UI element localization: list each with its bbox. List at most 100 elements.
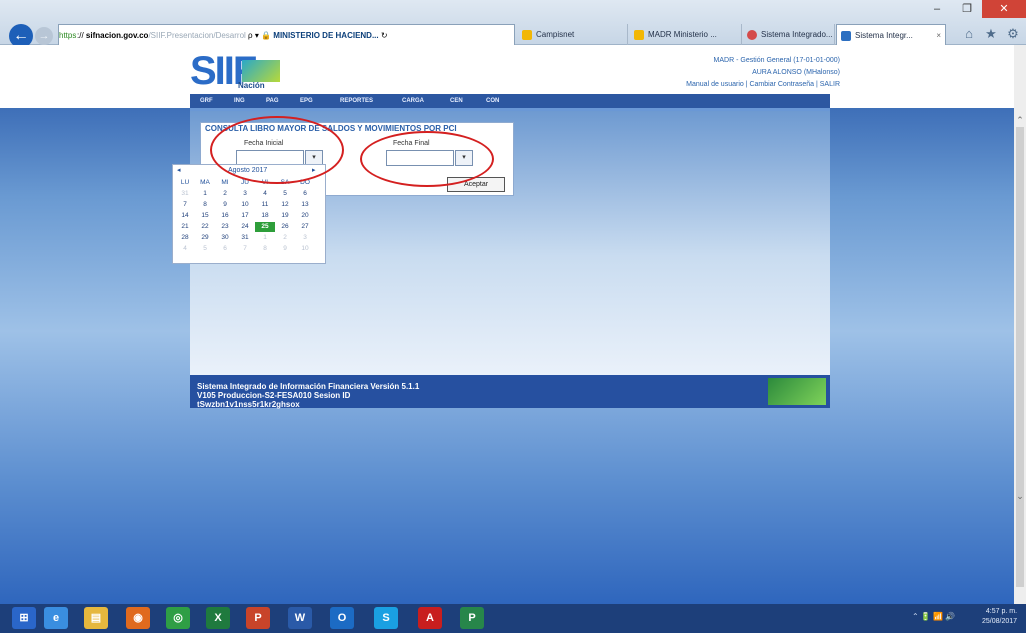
calendar-day[interactable]: 5 (275, 189, 295, 199)
calendar-day-other-month[interactable]: 3 (295, 233, 315, 243)
calendar-day[interactable]: 1 (195, 189, 215, 199)
calendar-day[interactable]: 6 (295, 189, 315, 199)
home-icon[interactable]: ⌂ (962, 27, 976, 41)
logo-graph-icon (242, 60, 280, 82)
tab-sistema-integrado-1[interactable]: Sistema Integrado... (743, 24, 835, 46)
firefox-icon[interactable]: ◉ (126, 607, 150, 629)
calendar-day-other-month[interactable]: 7 (235, 244, 255, 254)
skype-icon[interactable]: S (374, 607, 398, 629)
forward-button[interactable]: → (35, 27, 53, 45)
calendar-day[interactable]: 18 (255, 211, 275, 221)
calendar-day[interactable]: 4 (255, 189, 275, 199)
path-text: /SIIF.Presentacion/Desarrol (148, 31, 246, 40)
scrollbar-thumb[interactable] (1016, 127, 1024, 587)
word-icon[interactable]: W (288, 607, 312, 629)
calendar-day[interactable]: 15 (195, 211, 215, 221)
calendar-day-other-month[interactable]: 1 (255, 233, 275, 243)
calendar-day-other-month[interactable]: 4 (175, 244, 195, 254)
calendar-day[interactable]: 11 (255, 200, 275, 210)
star-icon[interactable]: ★ (984, 27, 998, 41)
nav-item-ing[interactable]: ING (234, 94, 245, 108)
calendar-day[interactable]: 27 (295, 222, 315, 232)
calendar-day[interactable]: 29 (195, 233, 215, 243)
nav-item-pag[interactable]: PAG (266, 94, 279, 108)
site-name: MINISTERIO DE HACIEND... (273, 31, 379, 40)
calendar-day[interactable]: 19 (275, 211, 295, 221)
vertical-scrollbar[interactable]: ⌃ ⌄ (1014, 45, 1026, 604)
tab-label: Sistema Integrado... (761, 30, 833, 39)
calendar-day[interactable]: 9 (215, 200, 235, 210)
calendar-day-other-month[interactable]: 2 (275, 233, 295, 243)
calendar-day[interactable]: 17 (235, 211, 255, 221)
calendar-day[interactable]: 26 (275, 222, 295, 232)
minimize-button[interactable]: – (922, 0, 952, 18)
user-info: MADR - Gestión General (17-01-01-000) AU… (686, 55, 840, 91)
weekday-label: MI (221, 179, 229, 186)
tab-close-icon[interactable]: × (936, 25, 941, 45)
footer-logo-icon (768, 378, 826, 405)
search-icon[interactable]: ρ ▾ (248, 31, 259, 40)
maximize-button[interactable]: ❐ (952, 0, 982, 18)
nav-item-reportes[interactable]: REPORTES (340, 94, 373, 108)
nav-item-cen[interactable]: CEN (450, 94, 463, 108)
taskbar-clock[interactable]: 4:57 p. m. 25/08/2017 (982, 607, 1017, 627)
system-tray[interactable]: ⌃ 🔋 📶 🔊 (912, 612, 955, 621)
calendar-day[interactable]: 12 (275, 200, 295, 210)
nav-item-grf[interactable]: GRF (200, 94, 213, 108)
clock-time: 4:57 p. m. (985, 608, 1018, 615)
tab-madr[interactable]: MADR Ministerio ... (630, 24, 742, 46)
host-text: sifnacion.gov.co (85, 31, 149, 40)
calendar-day[interactable]: 2 (215, 189, 235, 199)
nav-item-epg[interactable]: EPG (300, 94, 313, 108)
calendar-day[interactable]: 20 (295, 211, 315, 221)
main-nav: GRF ING PAG EPG REPORTES CARGA CEN CON (190, 94, 830, 111)
calendar-day[interactable]: 24 (235, 222, 255, 232)
annotation-ellipse-inicial (210, 116, 344, 184)
calendar-day-other-month[interactable]: 31 (175, 189, 195, 199)
calendar-day[interactable]: 28 (175, 233, 195, 243)
windows-start-icon[interactable]: ⊞ (12, 607, 36, 629)
calendar-day-other-month[interactable]: 9 (275, 244, 295, 254)
calendar-day[interactable]: 8 (195, 200, 215, 210)
calendar-day[interactable]: 10 (235, 200, 255, 210)
footer-text: Sistema Integrado de Información Financi… (197, 382, 419, 409)
calendar-day[interactable]: 7 (175, 200, 195, 210)
file-explorer-icon[interactable]: ▤ (84, 607, 108, 629)
project-icon[interactable]: P (460, 607, 484, 629)
calendar-day[interactable]: 21 (175, 222, 195, 232)
calendar-day-other-month[interactable]: 10 (295, 244, 315, 254)
calendar-day[interactable]: 3 (235, 189, 255, 199)
calendar-day[interactable]: 30 (215, 233, 235, 243)
calendar-day-other-month[interactable]: 6 (215, 244, 235, 254)
refresh-icon[interactable]: ↻ (381, 31, 388, 40)
scroll-down-icon[interactable]: ⌄ (1014, 491, 1026, 502)
excel-icon[interactable]: X (206, 607, 230, 629)
nav-item-con[interactable]: CON (486, 94, 499, 108)
user-links-line[interactable]: Manual de usuario | Cambiar Contraseña |… (686, 79, 840, 91)
ie-icon[interactable]: e (44, 607, 68, 629)
calendar-day[interactable]: 14 (175, 211, 195, 221)
entity-line: MADR - Gestión General (17-01-01-000) (713, 57, 840, 64)
powerpoint-icon[interactable]: P (246, 607, 270, 629)
calendar-prev-icon[interactable]: ◂ (177, 166, 181, 176)
clock-date: 25/08/2017 (982, 618, 1018, 625)
calendar-day[interactable]: 25 (255, 222, 275, 232)
calendar-day[interactable]: 13 (295, 200, 315, 210)
calendar-week-row: 31 1 2 3 4 5 6 (175, 189, 321, 199)
close-window-button[interactable]: ✕ (982, 0, 1026, 18)
outlook-icon[interactable]: O (330, 607, 354, 629)
tab-sistema-integrado-2[interactable]: Sistema Integr... × (836, 24, 946, 46)
acrobat-icon[interactable]: A (418, 607, 442, 629)
scroll-up-icon[interactable]: ⌃ (1014, 115, 1026, 126)
calendar-day[interactable]: 16 (215, 211, 235, 221)
gear-icon[interactable]: ⚙ (1006, 27, 1020, 41)
calendar-day-other-month[interactable]: 8 (255, 244, 275, 254)
calendar-day[interactable]: 31 (235, 233, 255, 243)
calendar-day-other-month[interactable]: 5 (195, 244, 215, 254)
calendar-day[interactable]: 22 (195, 222, 215, 232)
calendar-day[interactable]: 23 (215, 222, 235, 232)
tab-favicon-icon (841, 31, 851, 41)
chrome-icon[interactable]: ◎ (166, 607, 190, 629)
tab-campisnet[interactable]: Campisnet (518, 24, 628, 46)
nav-item-carga[interactable]: CARGA (402, 94, 424, 108)
